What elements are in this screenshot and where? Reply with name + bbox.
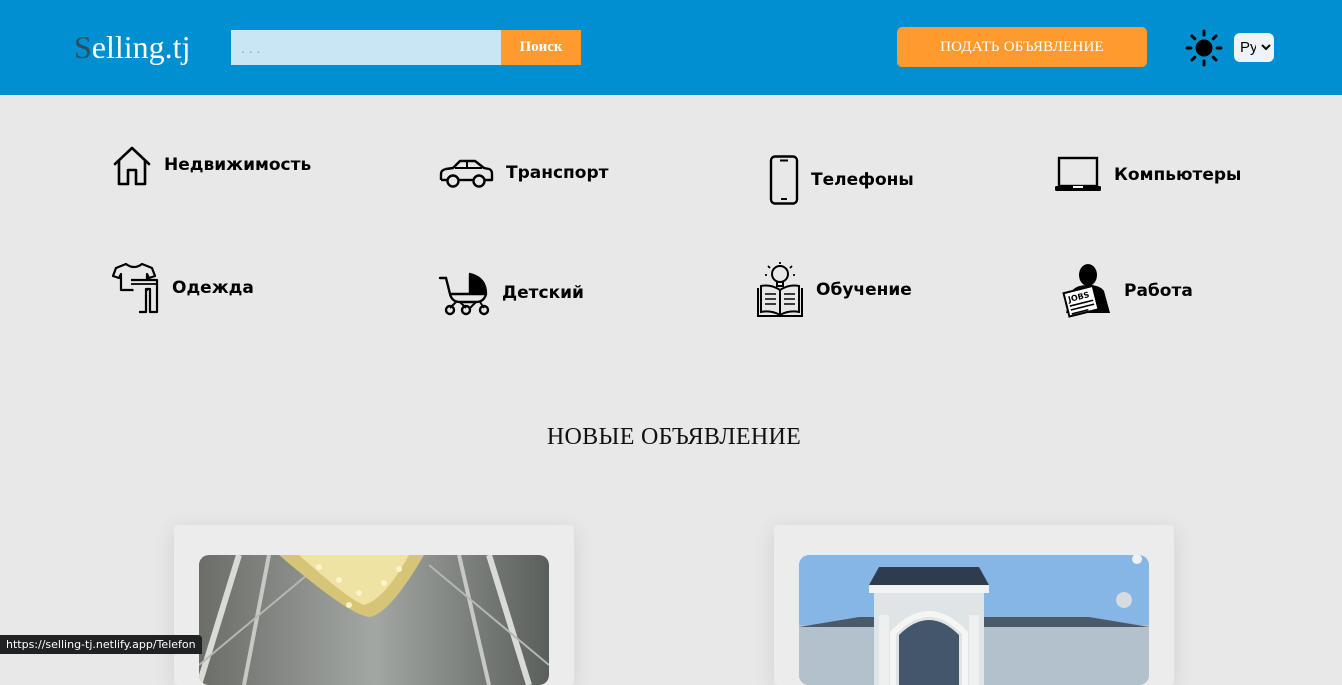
ad-card[interactable] xyxy=(174,525,574,685)
category-jobs[interactable]: JOBS Работа xyxy=(1060,263,1193,319)
language-select[interactable]: Ру xyxy=(1234,33,1274,62)
browser-status-url: https://selling-tj.netlify.app/Telefon xyxy=(0,635,202,654)
laptop-icon xyxy=(1055,156,1101,191)
house-icon xyxy=(113,146,151,186)
category-transport[interactable]: Транспорт xyxy=(438,156,609,190)
theme-toggle-button[interactable] xyxy=(1185,29,1223,67)
top-navbar: Selling.tj Поиск ПОДАТЬ ОБЪЯВЛЕНИЕ Ру xyxy=(0,0,1342,95)
building-photo xyxy=(799,555,1149,685)
category-computers[interactable]: Компьютеры xyxy=(1054,155,1241,195)
jobs-newspaper-icon: JOBS xyxy=(1062,264,1110,318)
section-title: НОВЫЕ ОБЪЯВЛЕНИЕ xyxy=(546,424,802,450)
chandelier-photo xyxy=(199,555,549,685)
category-label: Недвижимость xyxy=(164,155,312,175)
category-real-estate[interactable]: Недвижимость xyxy=(112,144,311,186)
ad-image xyxy=(199,555,549,685)
search-button[interactable]: Поиск xyxy=(501,30,581,65)
category-label: Телефоны xyxy=(811,170,914,190)
category-label: Компьютеры xyxy=(1114,165,1242,185)
ad-card[interactable] xyxy=(774,525,1174,685)
site-logo[interactable]: Selling.tj xyxy=(74,27,190,67)
phone-icon xyxy=(769,155,799,205)
car-icon xyxy=(439,159,494,188)
logo-initial: S xyxy=(74,29,92,65)
book-lightbulb-icon xyxy=(757,262,803,317)
search-input[interactable] xyxy=(231,30,501,65)
category-kids[interactable]: Детский xyxy=(438,270,584,316)
post-ad-button[interactable]: ПОДАТЬ ОБЪЯВЛЕНИЕ xyxy=(897,27,1147,67)
ad-image xyxy=(799,555,1149,685)
clothes-icon xyxy=(112,262,159,314)
stroller-icon xyxy=(438,272,490,316)
category-label: Транспорт xyxy=(506,163,609,183)
category-label: Одежда xyxy=(172,278,254,298)
category-label: Работа xyxy=(1124,281,1193,301)
logo-text: elling.tj xyxy=(91,29,191,65)
category-phones[interactable]: Телефоны xyxy=(769,155,914,205)
category-label: Обучение xyxy=(816,280,912,300)
sun-icon xyxy=(1185,29,1223,67)
category-clothing[interactable]: Одежда xyxy=(112,262,254,314)
category-education[interactable]: Обучение xyxy=(756,262,912,318)
category-label: Детский xyxy=(502,283,584,303)
